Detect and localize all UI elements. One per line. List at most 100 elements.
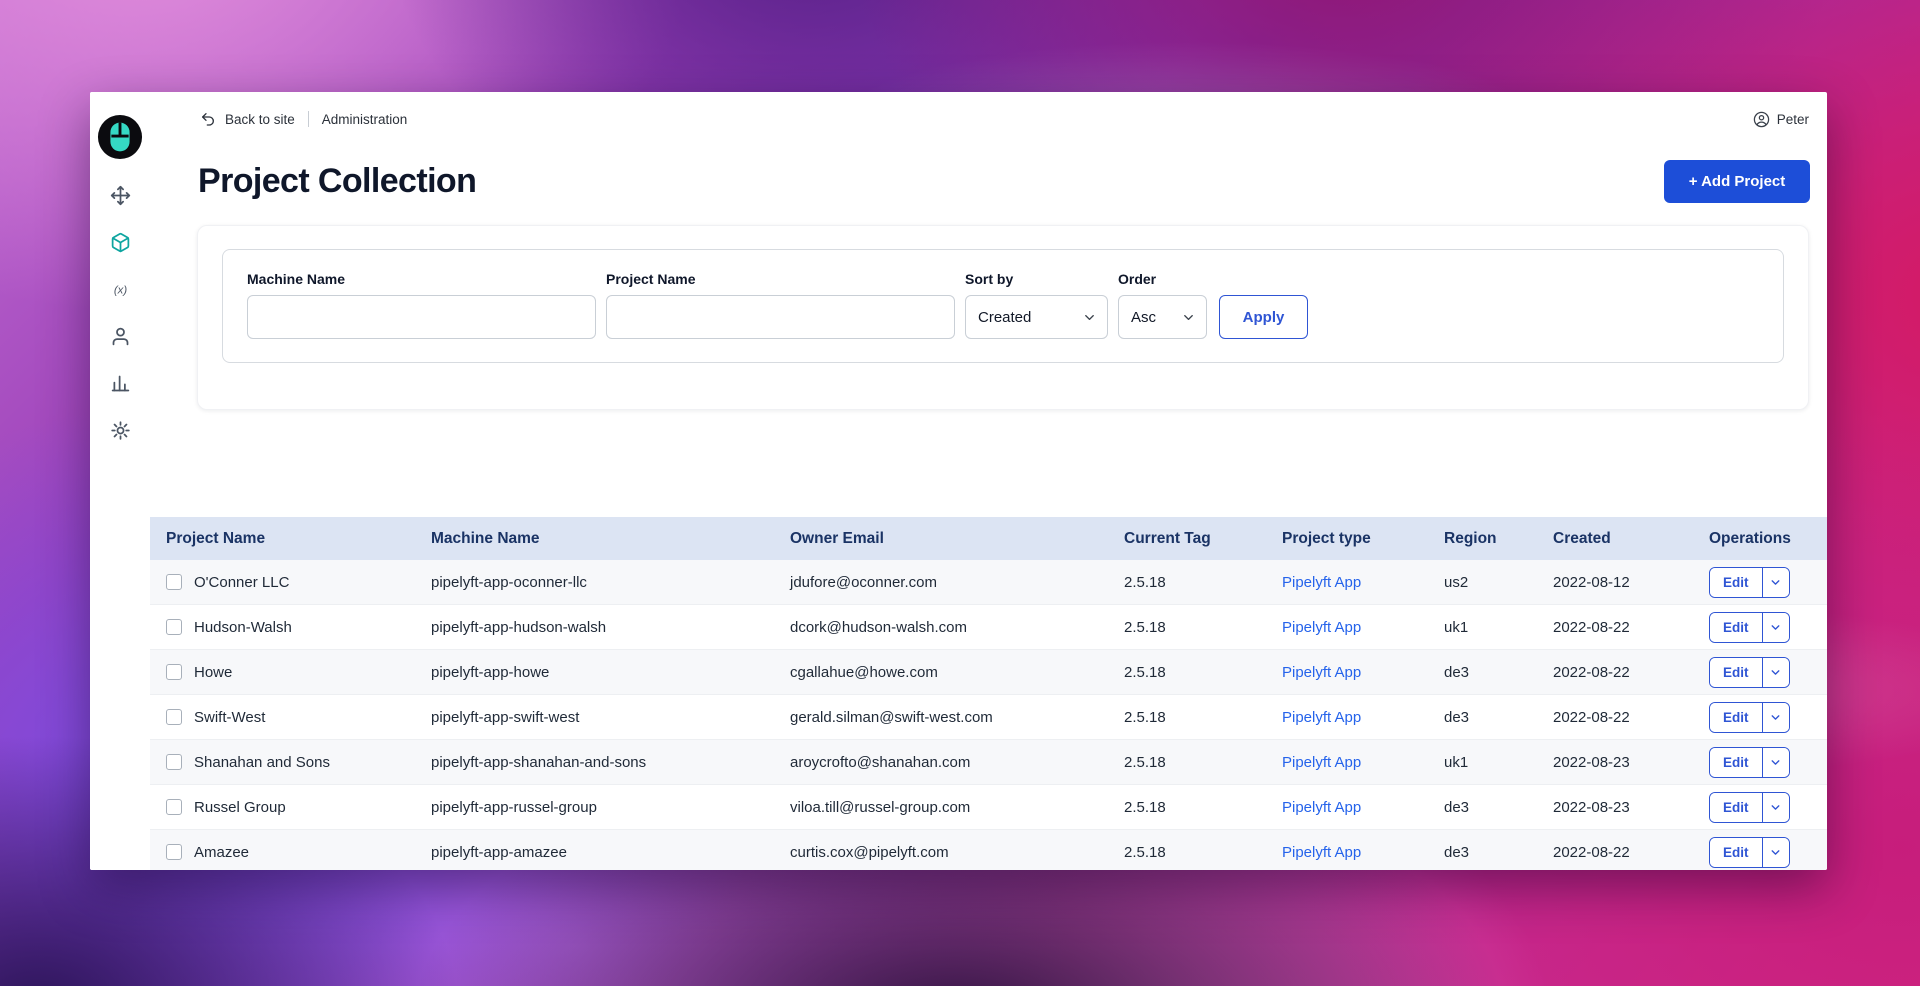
- row-checkbox[interactable]: [166, 799, 182, 815]
- owner-email-cell: viloa.till@russel-group.com: [790, 785, 1124, 830]
- region-cell: uk1: [1444, 605, 1553, 650]
- chevron-down-icon: [1181, 310, 1196, 325]
- chevron-down-icon: [1769, 621, 1782, 634]
- sort-by-value: Created: [978, 309, 1031, 326]
- edit-button[interactable]: Edit: [1710, 793, 1763, 822]
- machine-name-cell: pipelyft-app-howe: [431, 650, 790, 695]
- current-tag-cell: 2.5.18: [1124, 695, 1282, 740]
- sidebar-item-settings[interactable]: [97, 407, 143, 454]
- column-header-region: Region: [1444, 517, 1553, 560]
- row-checkbox[interactable]: [166, 709, 182, 725]
- edit-button[interactable]: Edit: [1710, 658, 1763, 687]
- chevron-down-icon: [1769, 576, 1782, 589]
- project-type-link[interactable]: Pipelyft App: [1282, 844, 1361, 861]
- current-tag-cell: 2.5.18: [1124, 785, 1282, 830]
- sidebar-item-analytics[interactable]: [97, 360, 143, 407]
- project-type-link[interactable]: Pipelyft App: [1282, 574, 1361, 591]
- add-project-button[interactable]: + Add Project: [1664, 160, 1810, 203]
- edit-button[interactable]: Edit: [1710, 748, 1763, 777]
- project-name-cell: Swift-West: [194, 709, 265, 726]
- edit-dropdown-button[interactable]: [1763, 793, 1789, 822]
- project-name-input[interactable]: [606, 295, 955, 339]
- machine-name-cell: pipelyft-app-russel-group: [431, 785, 790, 830]
- owner-email-cell: cgallahue@howe.com: [790, 650, 1124, 695]
- column-header-machine-name: Machine Name: [431, 517, 790, 560]
- project-type-link[interactable]: Pipelyft App: [1282, 754, 1361, 771]
- owner-email-cell: dcork@hudson-walsh.com: [790, 605, 1124, 650]
- projects-table-wrap: Project NameMachine NameOwner EmailCurre…: [150, 517, 1827, 870]
- edit-split-button: Edit: [1709, 837, 1790, 868]
- table-row: Swift-West pipelyft-app-swift-west geral…: [150, 695, 1827, 740]
- created-cell: 2022-08-22: [1553, 605, 1709, 650]
- user-menu[interactable]: Peter: [1753, 111, 1809, 128]
- owner-email-cell: curtis.cox@pipelyft.com: [790, 830, 1124, 871]
- project-type-link[interactable]: Pipelyft App: [1282, 799, 1361, 816]
- sidebar-item-projects[interactable]: [97, 219, 143, 266]
- sidebar-item-users[interactable]: [97, 313, 143, 360]
- row-checkbox[interactable]: [166, 754, 182, 770]
- column-header-current-tag: Current Tag: [1124, 517, 1282, 560]
- filter-section: Machine Name Project Name Sort by Create…: [150, 225, 1827, 410]
- machine-name-cell: pipelyft-app-swift-west: [431, 695, 790, 740]
- project-type-link[interactable]: Pipelyft App: [1282, 664, 1361, 681]
- chevron-down-icon: [1769, 666, 1782, 679]
- edit-split-button: Edit: [1709, 747, 1790, 778]
- project-name-cell: O'Conner LLC: [194, 574, 289, 591]
- table-header-row: Project NameMachine NameOwner EmailCurre…: [150, 517, 1827, 560]
- edit-dropdown-button[interactable]: [1763, 703, 1789, 732]
- page-head: Project Collection + Add Project: [150, 146, 1827, 203]
- region-cell: us2: [1444, 560, 1553, 605]
- edit-dropdown-button[interactable]: [1763, 658, 1789, 687]
- back-to-site-link[interactable]: Back to site: [225, 112, 295, 127]
- edit-button[interactable]: Edit: [1710, 838, 1763, 867]
- project-name-cell: Russel Group: [194, 799, 286, 816]
- machine-name-cell: pipelyft-app-shanahan-and-sons: [431, 740, 790, 785]
- project-name-label: Project Name: [606, 271, 955, 287]
- created-cell: 2022-08-23: [1553, 740, 1709, 785]
- chevron-down-icon: [1082, 310, 1097, 325]
- row-checkbox[interactable]: [166, 664, 182, 680]
- apply-button[interactable]: Apply: [1219, 295, 1308, 339]
- edit-dropdown-button[interactable]: [1763, 613, 1789, 642]
- chevron-down-icon: [1769, 756, 1782, 769]
- current-tag-cell: 2.5.18: [1124, 830, 1282, 871]
- edit-split-button: Edit: [1709, 657, 1790, 688]
- sidebar-item-functions[interactable]: (x): [97, 266, 143, 313]
- breadcrumb-divider: [308, 111, 309, 127]
- chart-icon: [110, 373, 131, 394]
- column-header-owner-email: Owner Email: [790, 517, 1124, 560]
- move-icon: [110, 185, 131, 206]
- app-window: (x) Back to site: [90, 92, 1827, 870]
- project-type-link[interactable]: Pipelyft App: [1282, 619, 1361, 636]
- row-checkbox[interactable]: [166, 844, 182, 860]
- edit-dropdown-button[interactable]: [1763, 748, 1789, 777]
- machine-name-cell: pipelyft-app-hudson-walsh: [431, 605, 790, 650]
- row-checkbox[interactable]: [166, 619, 182, 635]
- filter-card: Machine Name Project Name Sort by Create…: [197, 225, 1809, 410]
- edit-button[interactable]: Edit: [1710, 613, 1763, 642]
- edit-dropdown-button[interactable]: [1763, 838, 1789, 867]
- sidebar: (x): [90, 92, 150, 870]
- table-row: Amazee pipelyft-app-amazee curtis.cox@pi…: [150, 830, 1827, 871]
- edit-dropdown-button[interactable]: [1763, 568, 1789, 597]
- edit-button[interactable]: Edit: [1710, 568, 1763, 597]
- mouse-logo-icon: [97, 114, 143, 160]
- created-cell: 2022-08-22: [1553, 650, 1709, 695]
- breadcrumb-administration[interactable]: Administration: [322, 112, 408, 127]
- sidebar-item-move[interactable]: [97, 172, 143, 219]
- order-select[interactable]: Asc: [1118, 295, 1207, 339]
- edit-button[interactable]: Edit: [1710, 703, 1763, 732]
- desktop-background: (x) Back to site: [0, 0, 1920, 986]
- app-logo[interactable]: [97, 114, 143, 160]
- column-header-operations: Operations: [1709, 517, 1827, 560]
- projects-table: Project NameMachine NameOwner EmailCurre…: [150, 517, 1827, 870]
- row-checkbox[interactable]: [166, 574, 182, 590]
- region-cell: de3: [1444, 785, 1553, 830]
- table-row: Howe pipelyft-app-howe cgallahue@howe.co…: [150, 650, 1827, 695]
- project-type-link[interactable]: Pipelyft App: [1282, 709, 1361, 726]
- project-name-cell: Amazee: [194, 844, 249, 861]
- owner-email-cell: aroycrofto@shanahan.com: [790, 740, 1124, 785]
- machine-name-input[interactable]: [247, 295, 596, 339]
- machine-name-cell: pipelyft-app-oconner-llc: [431, 560, 790, 605]
- sort-by-select[interactable]: Created: [965, 295, 1108, 339]
